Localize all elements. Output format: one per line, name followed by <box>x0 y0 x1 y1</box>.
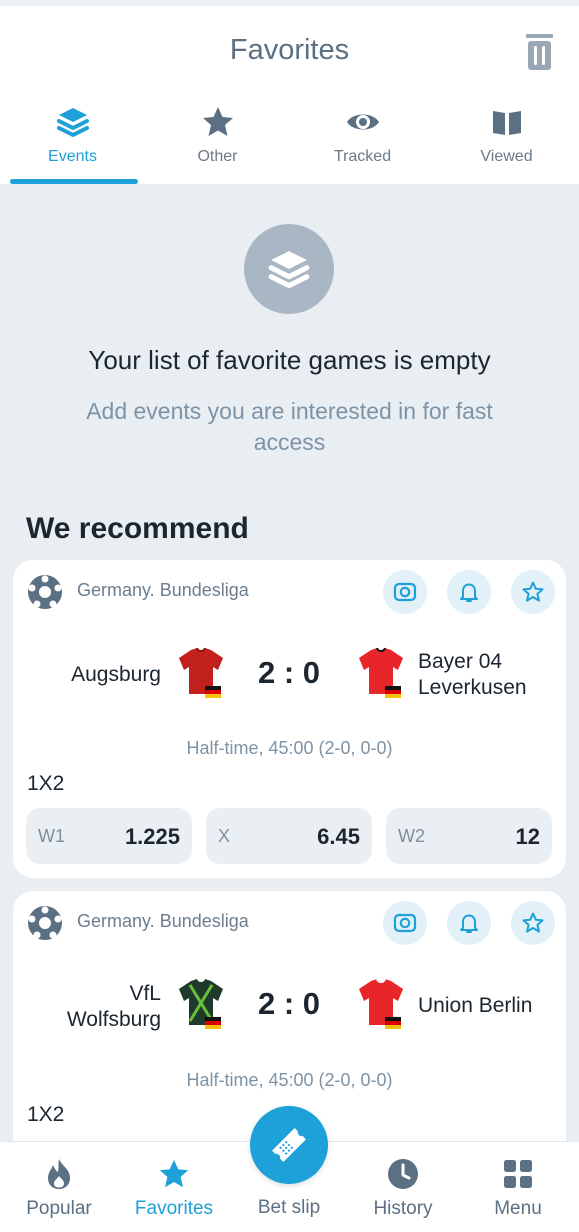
flame-icon <box>42 1157 76 1191</box>
soccer-ball-icon <box>27 905 63 941</box>
empty-state-title: Your list of favorite games is empty <box>88 345 491 375</box>
nav-betslip-label: Bet slip <box>257 1197 321 1218</box>
star-icon <box>200 104 236 140</box>
nav-menu-label: Menu <box>494 1198 542 1219</box>
favorites-tabs: Events Other Tracked Viewed <box>0 96 579 178</box>
trash-icon[interactable] <box>526 34 553 70</box>
recommend-title: We recommend <box>26 512 249 545</box>
favorite-button[interactable] <box>511 901 555 945</box>
odds-value: 6.45 <box>317 824 360 849</box>
star-icon <box>157 1157 191 1191</box>
active-tab-indicator <box>10 179 138 184</box>
nav-favorites[interactable]: Favorites <box>116 1142 232 1232</box>
eye-icon <box>345 104 381 140</box>
nav-history[interactable]: History <box>345 1142 461 1232</box>
market-name: 1X2 <box>27 1103 65 1126</box>
tab-tracked[interactable]: Tracked <box>290 96 435 178</box>
team-away: Union Berlin <box>418 994 533 1017</box>
match-card[interactable]: Germany. Bundesliga Augsburg 2: 0 Bayer… <box>13 560 566 878</box>
live-stream-button[interactable] <box>383 901 427 945</box>
league-name: Germany. Bundesliga <box>77 911 249 931</box>
tab-events-label: Events <box>48 148 97 165</box>
match-score: 2 : 0 <box>257 655 321 690</box>
live-stream-button[interactable] <box>383 570 427 614</box>
empty-state-subtitle: Add events you are interested in for fas… <box>86 398 493 455</box>
tab-viewed[interactable]: Viewed <box>434 96 579 178</box>
tab-other[interactable]: Other <box>145 96 290 178</box>
layers-icon <box>55 104 91 140</box>
nav-favorites-label: Favorites <box>134 1198 214 1219</box>
grid-icon <box>501 1157 535 1191</box>
shirt-icon <box>175 977 227 1033</box>
odds-label: X <box>218 826 231 846</box>
tab-other-label: Other <box>197 148 238 165</box>
shirt-icon <box>175 646 227 702</box>
nav-menu[interactable]: Menu <box>460 1142 576 1232</box>
empty-state-icon <box>244 224 334 314</box>
page-title: Favorites <box>229 34 350 66</box>
tab-viewed-label: Viewed <box>480 148 533 165</box>
odds-label: W1 <box>38 826 65 846</box>
tab-tracked-label: Tracked <box>333 148 392 165</box>
match-status: Half-time, 45:00 (2-0, 0-0) <box>186 1070 393 1090</box>
shirt-icon <box>355 646 407 702</box>
bet-slip-button[interactable] <box>250 1106 328 1184</box>
team-home: VfL Wolfsburg <box>66 982 161 1031</box>
odds-value: 1.225 <box>124 824 180 849</box>
favorite-button[interactable] <box>511 570 555 614</box>
match-status: Half-time, 45:00 (2-0, 0-0) <box>186 738 393 758</box>
nav-popular-label: Popular <box>26 1198 92 1219</box>
nav-popular[interactable]: Popular <box>1 1142 117 1232</box>
soccer-ball-icon <box>27 574 63 610</box>
odds-button-x[interactable]: X 6.45 <box>206 808 372 864</box>
book-icon <box>489 104 525 140</box>
tab-events[interactable]: Events <box>0 96 145 178</box>
team-home: Augsburg <box>71 663 161 686</box>
shirt-icon <box>355 977 407 1033</box>
league-name: Germany. Bundesliga <box>77 580 249 600</box>
odds-value: 12 <box>515 824 540 849</box>
odds-label: W2 <box>398 826 425 846</box>
nav-history-label: History <box>373 1198 433 1219</box>
clock-icon <box>386 1157 420 1191</box>
notification-button[interactable] <box>447 901 491 945</box>
odds-button-w2[interactable]: W2 12 <box>386 808 552 864</box>
odds-button-w1[interactable]: W1 1.225 <box>26 808 192 864</box>
team-away: Bayer 04 Leverkusen <box>418 650 527 699</box>
match-score: 2 : 0 <box>257 986 321 1021</box>
notification-button[interactable] <box>447 570 491 614</box>
market-name: 1X2 <box>27 772 65 795</box>
